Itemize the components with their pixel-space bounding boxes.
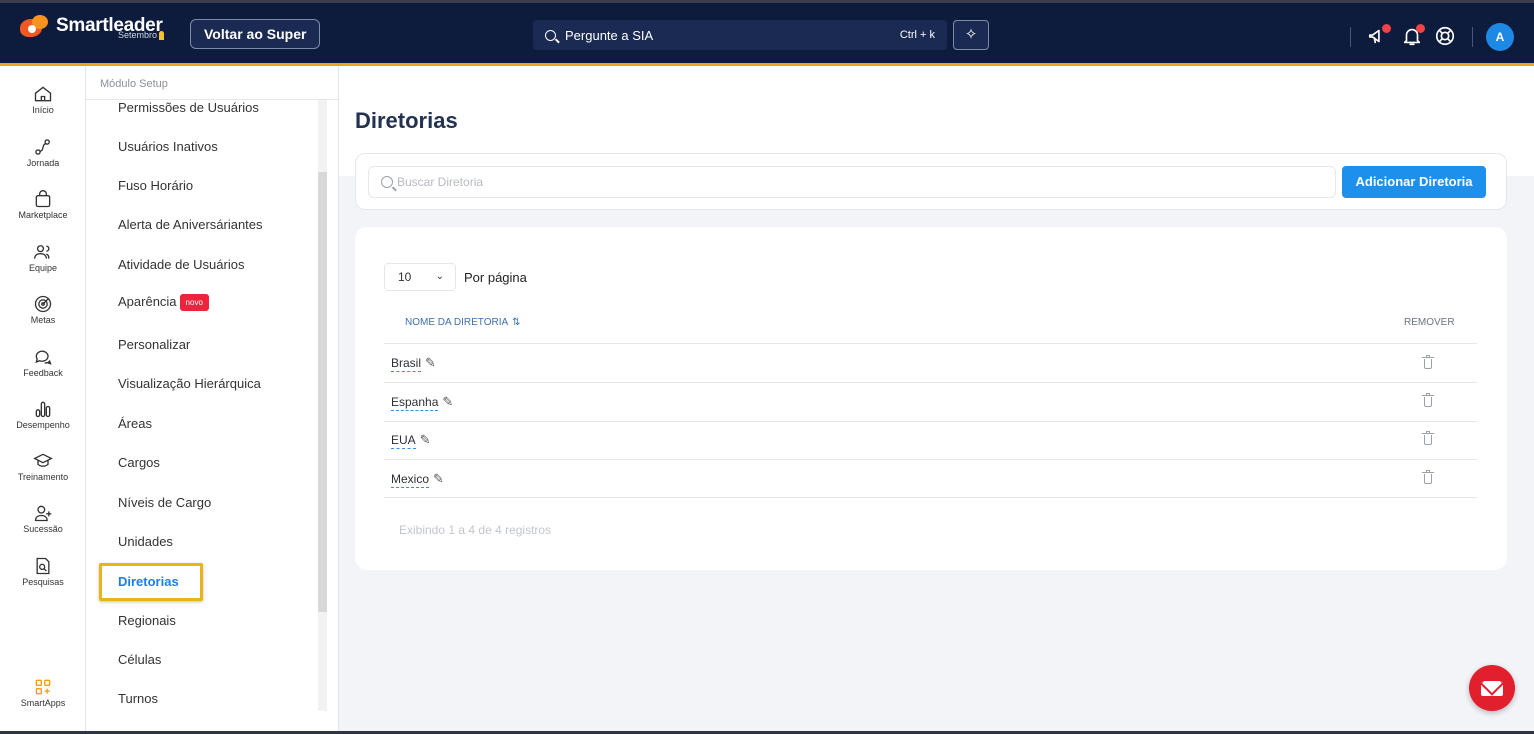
submenu-item-label: Aparência — [118, 294, 177, 309]
divider — [384, 497, 1477, 498]
rail-item-feedback[interactable]: Feedback — [0, 347, 86, 378]
rail-item-pesquisas[interactable]: Pesquisas — [0, 556, 86, 587]
submenu-item-personalizar[interactable]: Personalizar — [118, 337, 190, 352]
sia-search-bar[interactable]: Pergunte a SIA Ctrl + k — [533, 20, 947, 50]
search-icon — [545, 29, 556, 41]
home-icon — [34, 86, 52, 102]
submenu-item-usuarios-inativos[interactable]: Usuários Inativos — [118, 139, 218, 154]
back-to-super-button[interactable]: Voltar ao Super — [190, 19, 321, 49]
help-lifebuoy-icon — [1435, 26, 1455, 46]
submenu-item-alerta-aniversariantes[interactable]: Alerta de Aniversáriantes — [118, 217, 263, 232]
brand-subtitle: Setembro — [118, 30, 165, 40]
column-header-name[interactable]: NOME DA DIRETORIA ⇅ — [405, 317, 521, 328]
rail-item-marketplace[interactable]: Marketplace — [0, 189, 86, 220]
per-page-label: Por página — [464, 270, 527, 285]
submenu-item-permissoes[interactable]: Permissões de Usuários — [118, 100, 259, 115]
brand-mascot-icon — [20, 15, 50, 41]
envelope-icon — [1481, 681, 1503, 696]
contact-fab-button[interactable] — [1469, 665, 1515, 711]
user-plus-icon — [34, 505, 52, 522]
top-bar: Smartleader Setembro Voltar ao Super Per… — [0, 0, 1534, 66]
pagination-info: Exibindo 1 a 4 de 4 registros — [399, 523, 552, 537]
submenu-item-niveis-cargo[interactable]: Níveis de Cargo — [118, 495, 211, 510]
apps-grid-icon — [35, 679, 51, 695]
bag-icon — [35, 190, 51, 208]
search-icon — [381, 176, 393, 188]
table-row-name[interactable]: Espanha ✎ — [391, 394, 453, 411]
rail-item-jornada[interactable]: Jornada — [0, 137, 86, 168]
divider — [1350, 27, 1351, 47]
table-row-name[interactable]: Mexico ✎ — [391, 471, 444, 488]
rail-item-treinamento[interactable]: Treinamento — [0, 451, 86, 482]
sia-search-text: Pergunte a SIA — [565, 27, 654, 43]
rail-item-desempenho[interactable]: Desempenho — [0, 399, 86, 430]
submenu-item-celulas[interactable]: Células — [118, 652, 161, 667]
submenu-item-fuso-horario[interactable]: Fuso Horário — [118, 178, 193, 193]
rail-item-metas[interactable]: Metas — [0, 294, 86, 325]
megaphone-button[interactable] — [1366, 24, 1391, 49]
journey-icon — [35, 139, 50, 155]
notification-dot — [1382, 24, 1391, 33]
submenu-item-aparencia[interactable]: Aparência novo — [118, 294, 209, 312]
graduation-cap-icon — [33, 453, 53, 467]
ribbon-icon — [159, 30, 165, 40]
table-card: 10 ⌄ Por página NOME DA DIRETORIA ⇅ REMOV… — [355, 227, 1507, 570]
column-header-remove: REMOVER — [1404, 317, 1455, 328]
table-row-name[interactable]: Brasil ✎ — [391, 355, 436, 372]
target-icon — [34, 295, 52, 313]
shortcut-hint: Ctrl + k — [899, 29, 935, 41]
new-badge: novo — [179, 294, 209, 312]
ai-sparkle-button[interactable]: ✧ — [953, 20, 989, 50]
submenu-item-unidades[interactable]: Unidades — [118, 534, 173, 549]
pencil-icon[interactable]: ✎ — [420, 432, 431, 447]
trash-icon[interactable] — [1422, 470, 1434, 485]
submenu-item-regionais[interactable]: Regionais — [118, 613, 176, 628]
add-diretoria-button[interactable]: Adicionar Diretoria — [1342, 166, 1486, 198]
setup-submenu: Módulo Setup Permissões de Usuários Usuá… — [86, 66, 339, 734]
per-page-value: 10 — [398, 270, 412, 284]
notification-dot — [1416, 24, 1425, 33]
team-icon — [34, 245, 50, 259]
per-page-select[interactable]: 10 ⌄ — [384, 263, 456, 291]
sparkle-icon: ✧ — [964, 26, 978, 43]
rail-item-smartapps[interactable]: SmartApps — [0, 677, 86, 708]
notifications-button[interactable] — [1400, 24, 1425, 49]
search-card: Adicionar Diretoria — [355, 153, 1507, 210]
chat-icon — [35, 350, 52, 365]
pencil-icon[interactable]: ✎ — [433, 471, 444, 486]
submenu-item-areas[interactable]: Áreas — [118, 416, 152, 431]
bars-icon — [35, 401, 51, 418]
table-row-name[interactable]: EUA ✎ — [391, 432, 431, 449]
submenu-item-turnos[interactable]: Turnos — [118, 691, 158, 706]
divider — [384, 343, 1477, 344]
user-avatar[interactable]: A — [1486, 23, 1514, 51]
submenu-item-visualizacao-hierarquica[interactable]: Visualização Hierárquica — [118, 376, 261, 391]
search-document-icon — [36, 557, 50, 575]
trash-icon[interactable] — [1422, 431, 1434, 446]
rail-item-inicio[interactable]: Início — [0, 84, 86, 115]
submenu-scrollbar-thumb[interactable] — [318, 172, 327, 612]
rail-item-equipe[interactable]: Equipe — [0, 242, 86, 273]
search-input[interactable] — [397, 175, 1297, 189]
submenu-item-diretorias[interactable]: Diretorias — [118, 574, 179, 589]
search-field-wrapper[interactable] — [368, 166, 1336, 198]
trash-icon[interactable] — [1422, 393, 1434, 408]
pencil-icon[interactable]: ✎ — [425, 355, 436, 370]
divider — [384, 459, 1477, 460]
submenu-header: Módulo Setup — [100, 78, 168, 90]
page-title: Diretorias — [355, 108, 458, 133]
submenu-item-atividade-usuarios[interactable]: Atividade de Usuários — [118, 257, 244, 272]
divider — [1472, 27, 1473, 47]
divider — [384, 382, 1477, 383]
pencil-icon[interactable]: ✎ — [442, 394, 453, 409]
help-button[interactable] — [1433, 25, 1457, 49]
chevron-down-icon: ⌄ — [435, 271, 444, 282]
sort-icon: ⇅ — [512, 317, 521, 328]
submenu-item-cargos[interactable]: Cargos — [118, 455, 160, 470]
trash-icon[interactable] — [1422, 355, 1434, 370]
divider — [384, 421, 1477, 422]
icon-rail: Início Jornada Marketplace Equipe Metas … — [0, 66, 86, 734]
rail-item-sucessao[interactable]: Sucessão — [0, 503, 86, 534]
